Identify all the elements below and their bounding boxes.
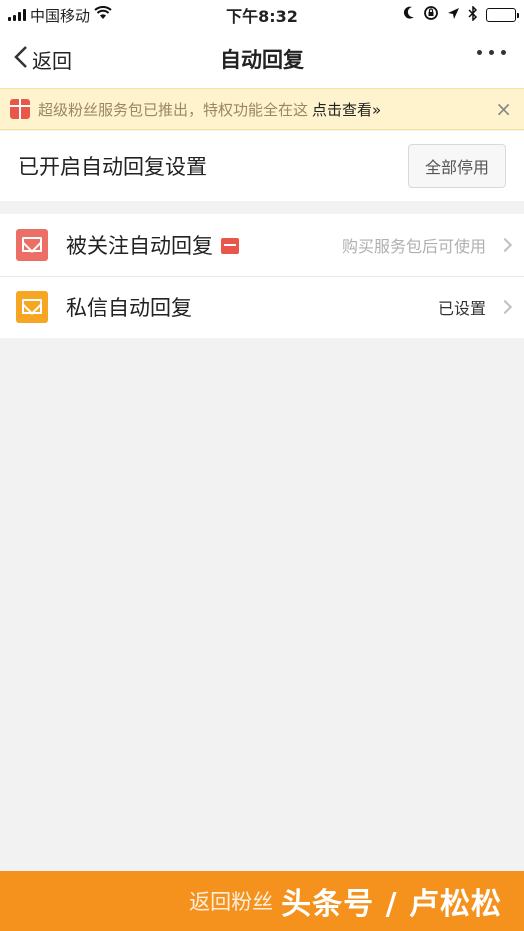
bluetooth-icon (468, 4, 478, 25)
battery-icon (486, 8, 519, 22)
wifi-icon (94, 6, 112, 24)
more-dots-icon[interactable] (477, 50, 506, 55)
follow-auto-reply-row[interactable]: 被关注自动回复 购买服务包后可使用 (0, 214, 524, 276)
bottom-bar: 返回粉丝 头条号 / 卢松松 (0, 871, 524, 931)
disable-all-button[interactable]: 全部停用 (408, 144, 506, 188)
status-left: 中国移动 (8, 5, 188, 26)
back-button[interactable]: 返回 (14, 45, 72, 74)
banner-text: 超级粉丝服务包已推出，特权功能全在这 (38, 100, 309, 119)
envelope-edit-icon (16, 291, 48, 323)
gift-icon (10, 99, 30, 119)
message-auto-reply-row[interactable]: 私信自动回复 已设置 (0, 276, 524, 338)
clock: 下午8:32 (226, 7, 298, 26)
chevron-right-icon (497, 299, 513, 315)
chevron-right-icon (497, 237, 513, 253)
row-value: 购买服务包后可使用 (341, 237, 486, 256)
status-right (336, 4, 519, 25)
settings-title: 已开启自动回复设置 (18, 155, 207, 179)
auto-reply-list: 被关注自动回复 购买服务包后可使用 私信自动回复 已设置 (0, 214, 524, 338)
nav-bar: 返回 自动回复 (0, 30, 524, 88)
page-title: 自动回复 (220, 48, 304, 72)
signal-icon (8, 9, 26, 21)
close-icon[interactable]: × (495, 99, 512, 119)
back-label: 返回 (32, 48, 72, 73)
promo-banner: 超级粉丝服务包已推出，特权功能全在这 点击查看» × (0, 88, 524, 130)
moon-icon (403, 6, 415, 24)
row-value: 已设置 (437, 299, 486, 318)
row-label: 被关注自动回复 (66, 234, 213, 258)
envelope-icon (16, 229, 48, 261)
status-bar: 中国移动 下午8:32 (0, 0, 524, 30)
return-fans-link[interactable]: 返回粉丝 (189, 886, 273, 916)
location-icon (447, 6, 460, 24)
settings-header: 已开启自动回复设置 全部停用 (0, 131, 524, 201)
watermark-text: 头条号 / 卢松松 (281, 887, 502, 922)
chevron-left-icon (14, 45, 28, 74)
rotation-lock-icon (423, 5, 439, 25)
row-label: 私信自动回复 (66, 296, 192, 320)
screen: 中国移动 下午8:32 返回 自动回复 超级粉丝服务包已推出，特权功能全在这 点… (0, 0, 524, 931)
gift-lock-icon (221, 238, 239, 254)
carrier-label: 中国移动 (30, 6, 91, 25)
banner-view-link[interactable]: 点击查看» (312, 99, 381, 120)
